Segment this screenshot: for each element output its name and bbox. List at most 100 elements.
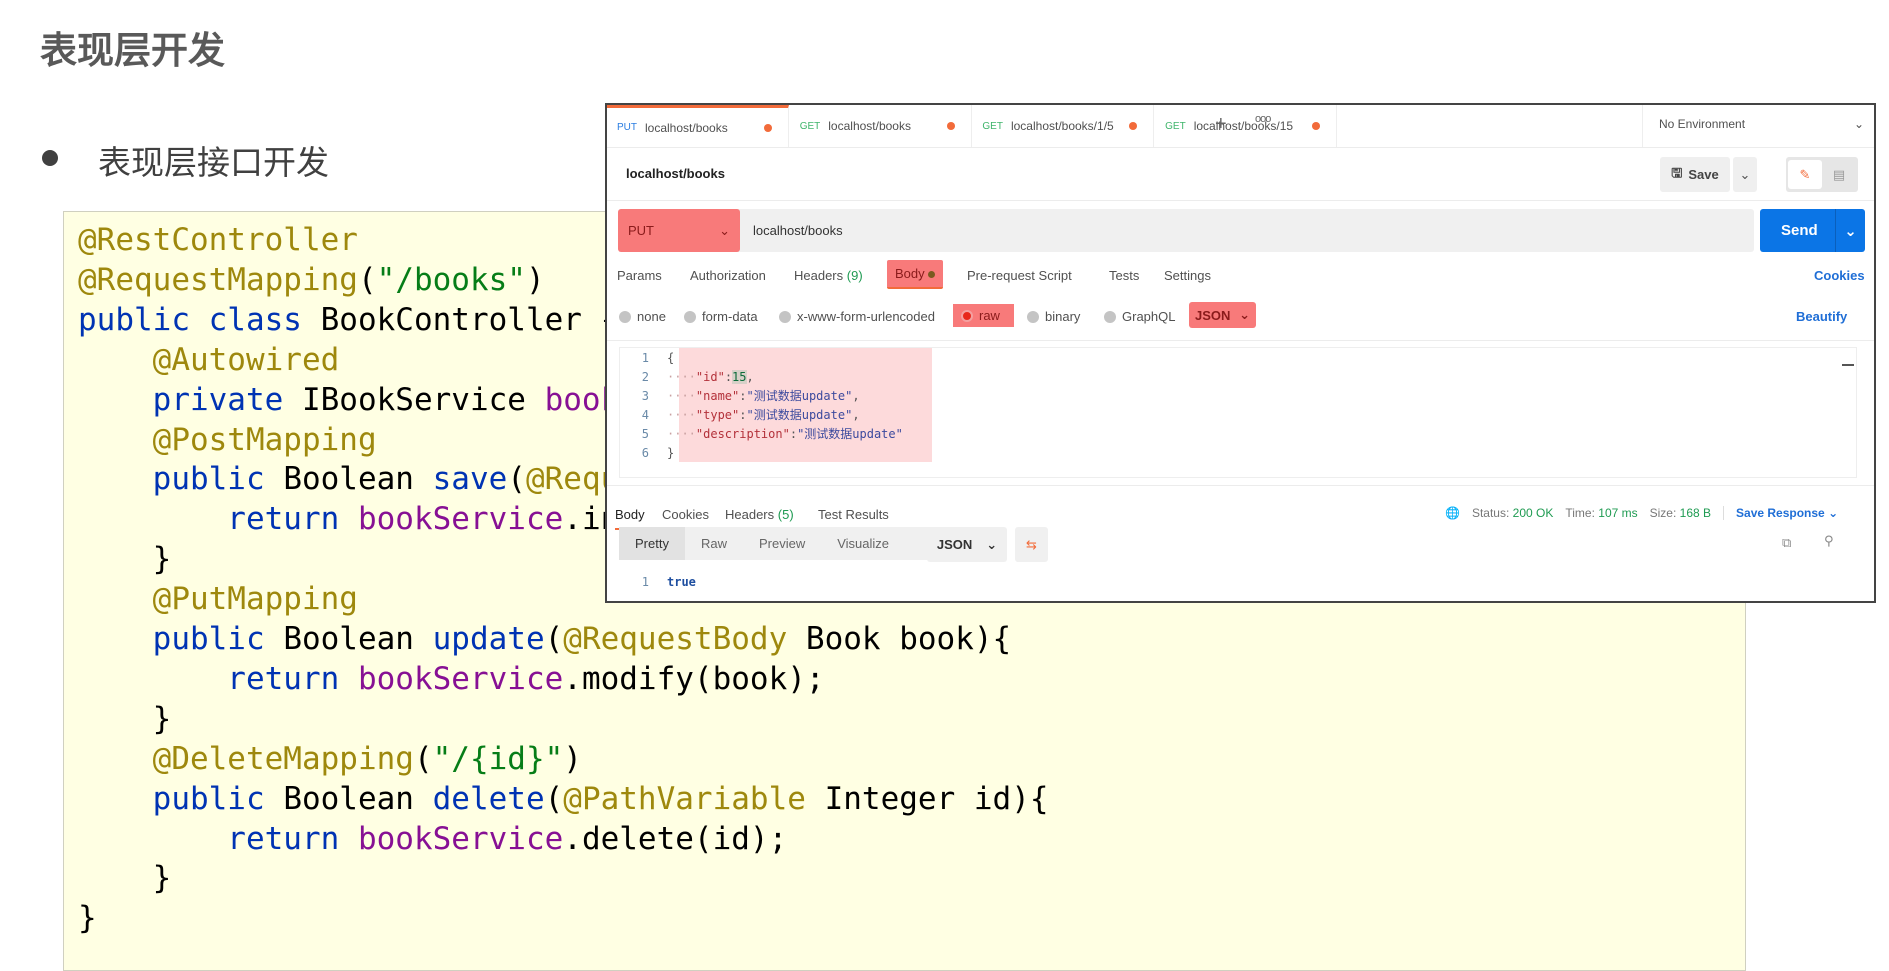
tab-settings[interactable]: Settings — [1164, 268, 1211, 283]
code-token: ) — [525, 261, 545, 298]
body-type-label: form-data — [702, 309, 758, 324]
code-line: @RequestMapping("/books") — [78, 260, 545, 300]
resp-tab-tests[interactable]: Test Results — [818, 507, 889, 522]
chevron-down-icon[interactable]: ⌄ — [1835, 209, 1865, 252]
beautify-link[interactable]: Beautify — [1796, 309, 1847, 324]
request-tab[interactable]: PUT localhost/books — [607, 105, 789, 147]
tab-prerequest[interactable]: Pre-request Script — [967, 268, 1072, 283]
code-line: } — [78, 699, 172, 739]
code-token: public — [78, 780, 284, 817]
json-token: "name" — [695, 389, 740, 403]
response-meta: 🌐 Status: 200 OK Time: 107 ms Size: 168 … — [1445, 506, 1839, 520]
json-token: "测试数据update" — [746, 389, 853, 403]
request-tab[interactable]: GET localhost/books/1/5 — [972, 105, 1155, 147]
copy-icon[interactable]: ⧉ — [1782, 535, 1791, 551]
code-token: Boolean — [283, 461, 433, 498]
body-format-select[interactable]: JSON ⌄ — [1189, 302, 1256, 328]
code-token: Boolean — [283, 621, 433, 657]
json-token: : — [724, 370, 733, 384]
line-content: ····"description":"测试数据update" — [667, 425, 903, 444]
radio-icon — [619, 310, 631, 323]
body-type-label: raw — [979, 308, 1000, 323]
send-button[interactable]: Send ⌄ — [1760, 209, 1865, 252]
modified-dot-icon — [928, 271, 936, 278]
request-tab[interactable]: GET localhost/books — [790, 105, 972, 147]
body-type-GraphQL[interactable]: GraphQL — [1104, 309, 1175, 324]
json-token: ···· — [667, 408, 696, 422]
line-content: ····"type":"测试数据update", — [667, 406, 860, 425]
code-token: ( — [544, 621, 564, 657]
tab-body[interactable]: Body — [887, 260, 944, 289]
status-value: 200 OK — [1512, 506, 1554, 520]
view-mode-group: Pretty Raw Preview Visualize — [619, 527, 950, 560]
line-number: 4 — [641, 408, 649, 422]
code-token: @RequestMapping — [78, 261, 358, 298]
wrap-lines-icon[interactable]: ⇆ — [1015, 527, 1048, 562]
environment-select[interactable]: No Environment ⌄ — [1659, 117, 1864, 131]
code-token: .modify(book); — [563, 660, 825, 697]
comment-icon[interactable]: ▤ — [1822, 167, 1856, 183]
response-format-select[interactable]: JSON ⌄ — [927, 527, 1007, 562]
request-tab[interactable]: GET localhost/books/15 — [1155, 105, 1338, 147]
json-token: "id" — [695, 370, 725, 384]
unsaved-dot-icon — [946, 122, 955, 130]
json-token: , — [852, 389, 860, 403]
tab-headers[interactable]: Headers (9) — [794, 268, 863, 283]
code-token: Boolean — [283, 780, 433, 817]
code-token: ) — [563, 740, 582, 777]
json-token: "type" — [695, 408, 740, 422]
json-token: , — [746, 370, 754, 384]
json-token: : — [739, 389, 747, 403]
json-token: ···· — [667, 370, 696, 384]
body-type-form-data[interactable]: form-data — [684, 309, 758, 324]
resp-tab-cookies[interactable]: Cookies — [662, 507, 709, 522]
save-response-button[interactable]: Save Response ⌄ — [1736, 506, 1838, 520]
code-token: public class — [78, 301, 321, 338]
body-type-label: x-www-form-urlencoded — [797, 309, 935, 324]
save-options-button[interactable]: ⌄ — [1733, 157, 1757, 192]
line-content: } — [667, 444, 674, 463]
code-token: @PutMapping — [78, 581, 358, 618]
view-pretty[interactable]: Pretty — [619, 527, 685, 560]
json-token: "description" — [695, 427, 790, 441]
code-line: @RestController — [78, 220, 358, 260]
body-type-label: binary — [1045, 309, 1081, 324]
cookies-link[interactable]: Cookies — [1814, 268, 1865, 283]
search-icon[interactable]: ⚲ — [1824, 533, 1834, 549]
unsaved-dot-icon — [1312, 122, 1321, 130]
tab-authorization[interactable]: Authorization — [690, 268, 766, 283]
edit-icon[interactable]: ✎ — [1788, 160, 1822, 189]
mode-toggle: ✎ ▤ — [1786, 157, 1858, 192]
more-icon[interactable]: ooo — [1255, 113, 1271, 125]
body-type-label: none — [637, 309, 666, 324]
radio-icon — [779, 310, 791, 323]
save-button[interactable]: 🖫 Save — [1660, 157, 1730, 192]
editor-line: 5 ····"description":"测试数据update" — [619, 425, 903, 444]
method-select[interactable]: PUT ⌄ — [618, 209, 740, 252]
code-token: } — [78, 860, 172, 897]
body-type-x-www-form-urlencoded[interactable]: x-www-form-urlencoded — [779, 309, 935, 324]
new-tab-icon[interactable]: + — [1215, 113, 1227, 136]
body-type-none[interactable]: none — [619, 309, 666, 324]
tab-method: GET — [1165, 120, 1186, 132]
tab-method: GET — [982, 120, 1003, 132]
tab-tests[interactable]: Tests — [1109, 268, 1139, 283]
body-type-binary[interactable]: binary — [1027, 309, 1080, 324]
scrollbar[interactable] — [1842, 364, 1854, 366]
radio-icon — [684, 310, 696, 323]
code-token: @Autowired — [78, 341, 340, 378]
view-preview[interactable]: Preview — [743, 527, 821, 560]
code-line: public Boolean delete(@PathVariable Inte… — [78, 779, 1049, 819]
url-input[interactable]: localhost/books — [753, 223, 843, 238]
code-token: public — [78, 461, 284, 498]
tab-params[interactable]: Params — [617, 268, 662, 283]
code-token: return — [78, 820, 358, 857]
code-token: IBookService — [301, 381, 545, 418]
code-line: @PostMapping — [78, 420, 377, 460]
view-visualize[interactable]: Visualize — [821, 527, 905, 560]
view-raw[interactable]: Raw — [685, 527, 743, 560]
resp-tab-headers[interactable]: Headers (5) — [725, 507, 794, 522]
code-token: @RequestBody — [563, 621, 788, 657]
code-line: return bookService.modify(book); — [78, 659, 825, 699]
body-type-raw[interactable]: raw — [953, 304, 1014, 327]
